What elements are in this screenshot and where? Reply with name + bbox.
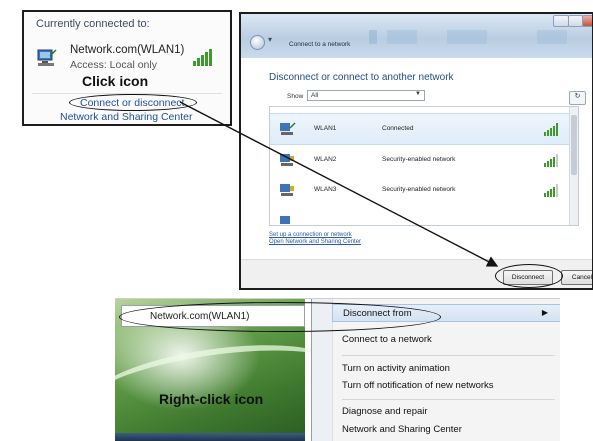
- callout-arrow: [179, 101, 499, 267]
